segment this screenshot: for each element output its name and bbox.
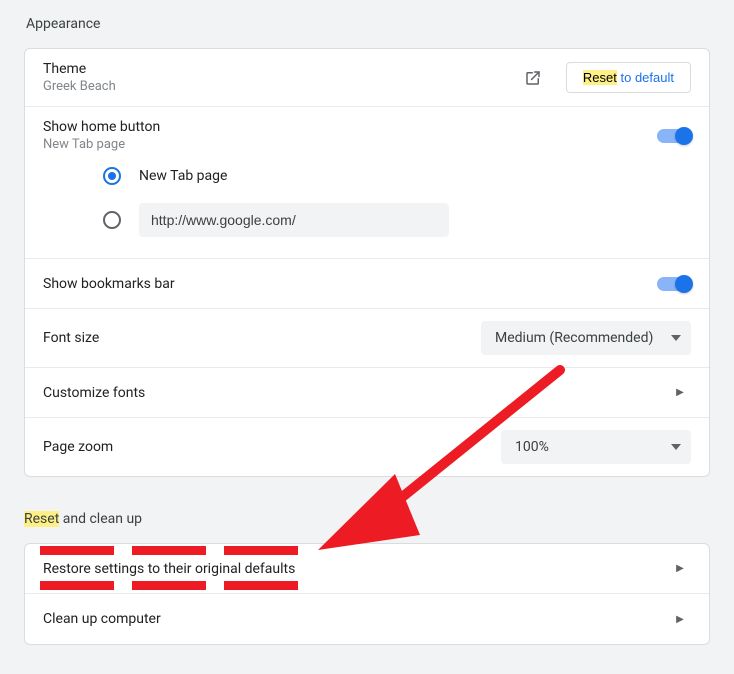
page-zoom-label: Page zoom [43, 439, 501, 455]
chevron-down-icon [671, 335, 681, 341]
reset-card: Restore settings to their original defau… [24, 543, 710, 645]
cleanup-row[interactable]: Clean up computer [25, 594, 709, 644]
reset-title-rest: and clean up [59, 511, 142, 527]
section-title-appearance: Appearance [26, 16, 710, 32]
show-home-label: Show home button [43, 119, 657, 135]
chevron-right-icon [669, 608, 691, 630]
reset-section: Reset and clean up Restore settings to t… [24, 511, 710, 645]
reset-title-highlight: Reset [24, 511, 59, 527]
home-radio-newtab[interactable] [103, 167, 121, 185]
cleanup-label: Clean up computer [43, 611, 669, 627]
bookmarks-label: Show bookmarks bar [43, 276, 657, 292]
open-in-new-icon[interactable] [524, 69, 542, 87]
theme-label: Theme [43, 61, 524, 77]
bookmarks-toggle[interactable] [657, 277, 691, 291]
chevron-right-icon [669, 382, 691, 404]
restore-defaults-row[interactable]: Restore settings to their original defau… [25, 544, 709, 594]
home-radio-group: New Tab page [43, 152, 691, 248]
bookmarks-row: Show bookmarks bar [25, 259, 709, 309]
font-size-label: Font size [43, 330, 481, 346]
home-radio-newtab-label: New Tab page [139, 168, 227, 184]
section-title-reset: Reset and clean up [24, 511, 710, 527]
home-url-input[interactable] [139, 203, 449, 237]
reset-to-default-button[interactable]: Reset to default [566, 62, 691, 93]
page-zoom-dropdown[interactable]: 100% [501, 430, 691, 464]
page-zoom-row: Page zoom 100% [25, 418, 709, 476]
reset-rest: to default [617, 70, 674, 85]
chevron-right-icon [669, 558, 691, 580]
home-radio-custom[interactable] [103, 211, 121, 229]
show-home-toggle[interactable] [657, 129, 691, 143]
restore-defaults-label: Restore settings to their original defau… [43, 561, 669, 577]
font-size-value: Medium (Recommended) [495, 330, 653, 346]
customize-fonts-label: Customize fonts [43, 385, 669, 401]
customize-fonts-row[interactable]: Customize fonts [25, 368, 709, 418]
show-home-sublabel: New Tab page [43, 137, 657, 152]
chevron-down-icon [671, 444, 681, 450]
font-size-row: Font size Medium (Recommended) [25, 309, 709, 368]
font-size-dropdown[interactable]: Medium (Recommended) [481, 321, 691, 355]
page-zoom-value: 100% [515, 439, 549, 455]
appearance-card: Theme Greek Beach Reset to default Show … [24, 48, 710, 477]
theme-row: Theme Greek Beach Reset to default [25, 49, 709, 107]
theme-value: Greek Beach [43, 79, 524, 94]
reset-highlight: Reset [583, 70, 617, 85]
show-home-row: Show home button New Tab page New Tab pa… [25, 107, 709, 259]
